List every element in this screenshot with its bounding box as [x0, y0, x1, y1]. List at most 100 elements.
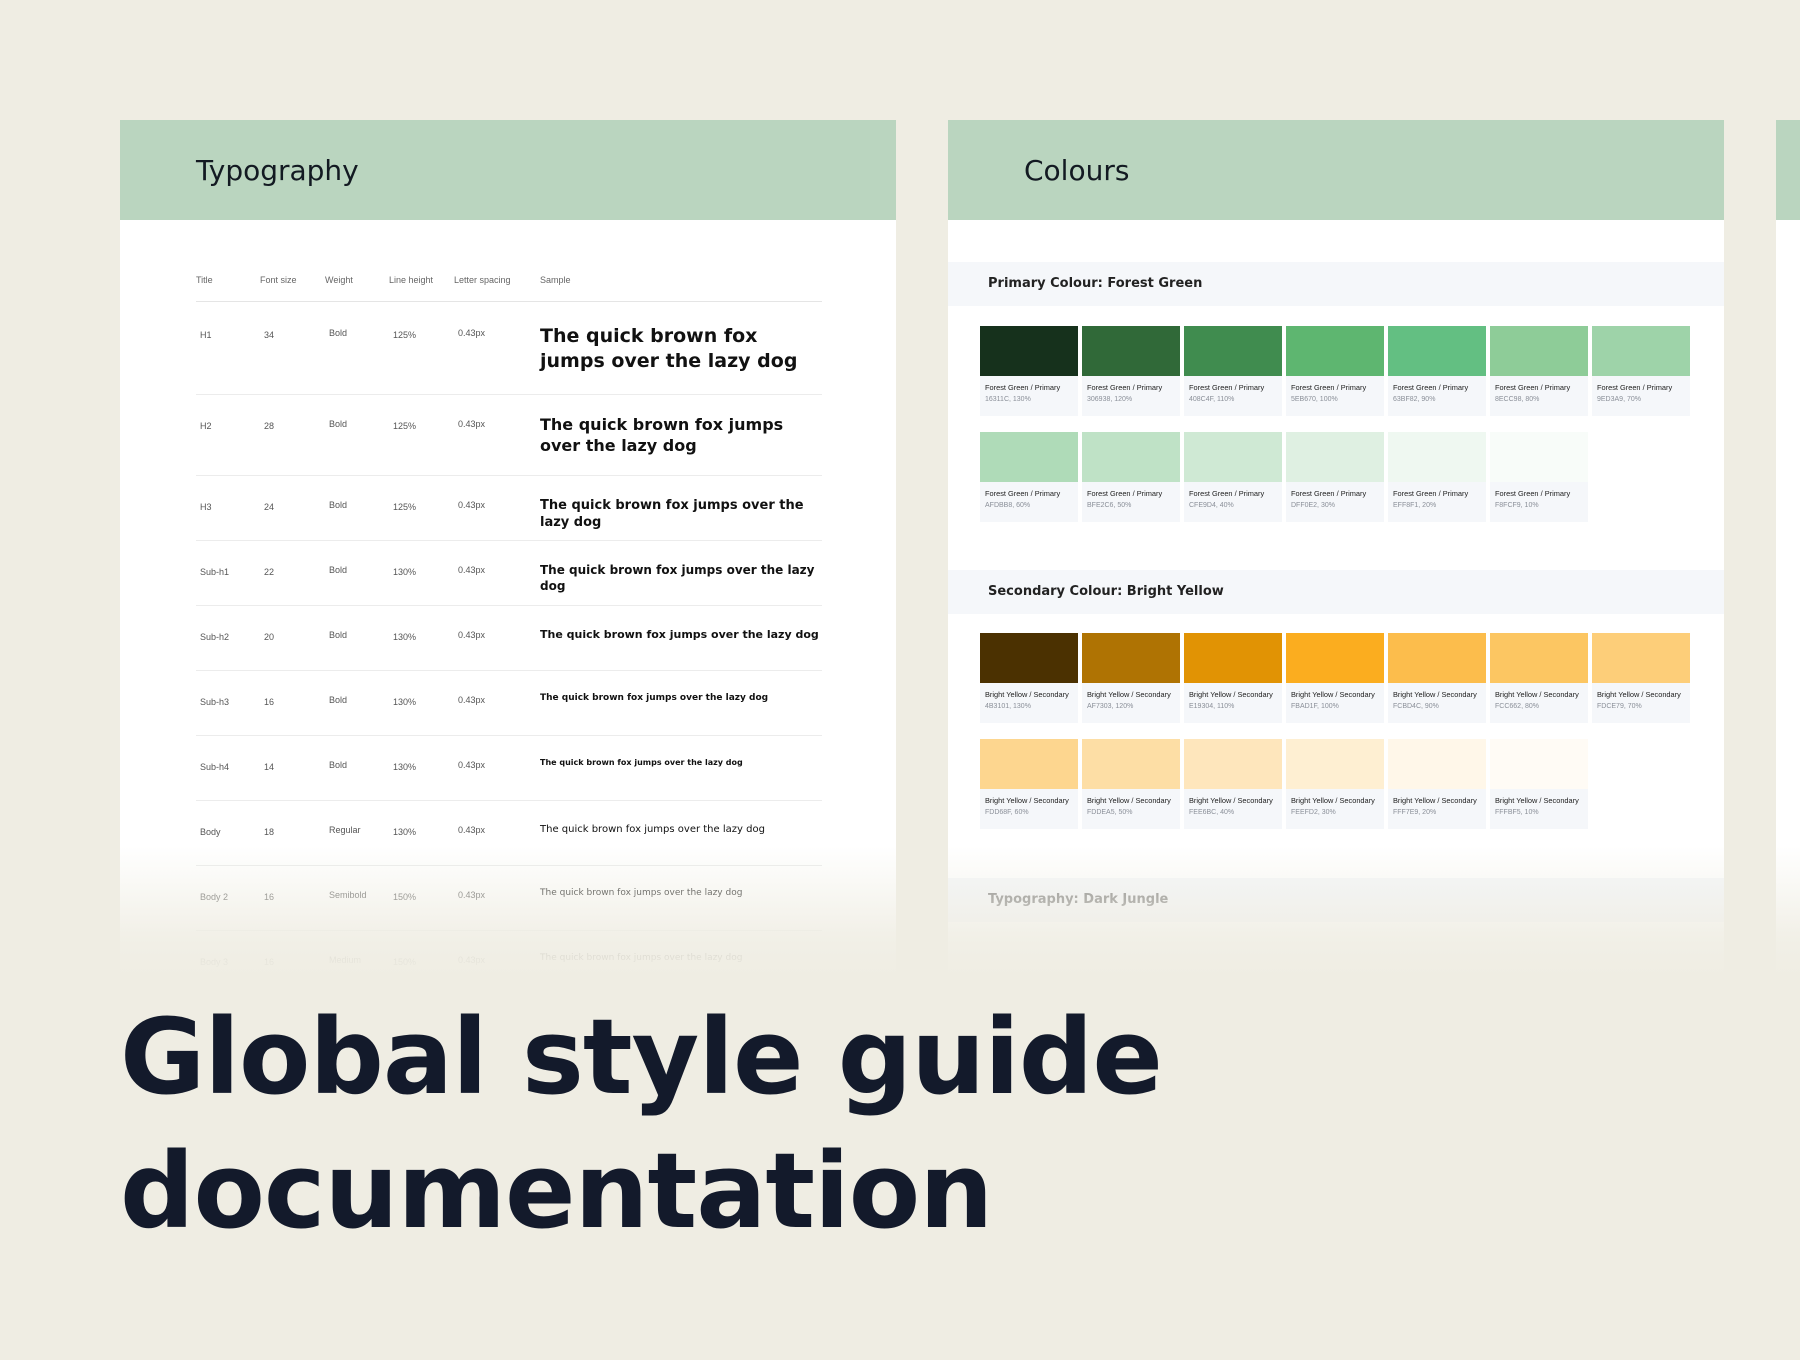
primary-colour-section: Primary Colour: Forest Green — [948, 262, 1724, 306]
row-title: Sub-h1 — [200, 567, 230, 577]
colour-swatch: Bright Yellow / Secondary FDCE79, 70% — [1592, 633, 1690, 723]
column-header-font-size: Font size — [260, 275, 297, 285]
table-row: Sub-h4 14 Bold 130% 0.43px The quick brown fo… — [196, 736, 822, 801]
swatch-hex: 9ED3A9, 70% — [1597, 396, 1641, 403]
swatch-name: Forest Green / Primary — [985, 489, 1061, 498]
typography-panel-header: Typography — [120, 120, 896, 220]
swatch-hex: EFF8F1, 20% — [1393, 502, 1437, 509]
swatch-colour-chip — [1184, 739, 1282, 789]
swatch-colour-chip — [1490, 326, 1588, 376]
swatch-hex: 8ECC98, 80% — [1495, 396, 1540, 403]
swatch-hex: AFDBB8, 60% — [985, 502, 1031, 509]
typography-panel-title: Typography — [196, 154, 359, 187]
swatch-colour-chip — [1592, 633, 1690, 683]
row-sample-text: The quick brown fox jumps over the lazy … — [540, 325, 798, 372]
swatch-colour-chip — [980, 326, 1078, 376]
row-letter-spacing: 0.43px — [458, 328, 486, 338]
swatch-hex: 5EB670, 100% — [1291, 396, 1338, 403]
swatch-name: Bright Yellow / Secondary — [1291, 690, 1375, 699]
swatch-colour-chip — [1388, 432, 1486, 482]
colour-swatch: Bright Yellow / Secondary FEE6BC, 40% — [1184, 739, 1282, 829]
swatch-hex: 408C4F, 110% — [1189, 396, 1235, 403]
swatch-name: Bright Yellow / Secondary — [1087, 796, 1171, 805]
swatch-hex: AF7303, 120% — [1087, 703, 1134, 710]
swatch-colour-chip — [1184, 432, 1282, 482]
row-font-size: 34 — [264, 330, 275, 340]
row-font-size: 16 — [264, 892, 275, 902]
typography-panel: Typography Title Font size Weight Line h… — [120, 120, 896, 976]
table-row: Body 2 16 Semibold 150% 0.43px The quick brow… — [196, 866, 822, 931]
swatch-colour-chip — [1286, 432, 1384, 482]
swatch-hex: 63BF82, 90% — [1393, 396, 1436, 403]
colour-swatch: Bright Yellow / Secondary FDD68F, 60% — [980, 739, 1078, 829]
typography-table: Title Font size Weight Line height Lette… — [196, 275, 822, 976]
swatch-colour-chip — [1082, 432, 1180, 482]
swatch-hex: FEE6BC, 40% — [1189, 809, 1235, 816]
swatch-hex: 306938, 120% — [1087, 396, 1133, 403]
swatch-hex: FCBD4C, 90% — [1393, 703, 1439, 710]
row-line-height: 130% — [393, 632, 417, 642]
row-font-size: 16 — [264, 697, 275, 707]
row-sample-text: The quick brown fox jumps over the lazy … — [540, 953, 743, 963]
row-letter-spacing: 0.43px — [458, 890, 486, 900]
secondary-colour-label: Secondary Colour: Bright Yellow — [988, 584, 1224, 599]
swatch-name: Forest Green / Primary — [1087, 489, 1163, 498]
swatch-colour-chip — [1490, 432, 1588, 482]
swatch-colour-chip — [1388, 633, 1486, 683]
row-font-size: 28 — [264, 421, 275, 431]
row-letter-spacing: 0.43px — [458, 825, 486, 835]
row-line-height: 130% — [393, 567, 417, 577]
swatch-colour-chip — [1286, 326, 1384, 376]
column-header-weight: Weight — [325, 275, 353, 285]
colour-swatch: Forest Green / Primary F8FCF9, 10% — [1490, 432, 1588, 522]
swatch-colour-chip — [1286, 739, 1384, 789]
row-sample-text: The quick brown fox jumps over the lazy … — [540, 758, 743, 767]
table-row: Sub-h1 22 Bold 130% 0.43px The quick brown fo… — [196, 541, 822, 606]
row-title: Sub-h2 — [200, 632, 230, 642]
row-sample-text: The quick brown fox jumps over the lazy … — [540, 824, 765, 835]
swatch-name: Forest Green / Primary — [1597, 383, 1673, 392]
row-letter-spacing: 0.43px — [458, 695, 486, 705]
swatch-name: Forest Green / Primary — [1087, 383, 1163, 392]
headline-line-2: documentation — [120, 1130, 993, 1252]
colour-swatch: Forest Green / Primary 9ED3A9, 70% — [1592, 326, 1690, 416]
swatch-name: Forest Green / Primary — [1189, 489, 1265, 498]
row-weight: Bold — [329, 500, 348, 510]
row-sample-text: The quick brown fox jumps over the lazy … — [540, 693, 769, 703]
swatch-name: Bright Yellow / Secondary — [1597, 690, 1681, 699]
swatch-name: Bright Yellow / Secondary — [1393, 690, 1477, 699]
row-font-size: 24 — [264, 502, 275, 512]
swatch-hex: FBAD1F, 100% — [1291, 703, 1339, 710]
typography-table-body: H1 34 Bold 125% 0.43px The quick brown fox ju… — [196, 302, 822, 976]
table-row: H3 24 Bold 125% 0.43px The quick brown fox ju… — [196, 476, 822, 541]
swatch-hex: FDD68F, 60% — [985, 809, 1029, 816]
row-title: H1 — [200, 330, 212, 340]
swatch-name: Forest Green / Primary — [1291, 489, 1367, 498]
row-weight: Bold — [329, 695, 348, 705]
swatch-hex: DFF0E2, 30% — [1291, 502, 1335, 509]
headline-line-1: Global style guide — [120, 996, 1163, 1118]
colour-swatch: Bright Yellow / Secondary FCBD4C, 90% — [1388, 633, 1486, 723]
colour-swatch: Forest Green / Primary 5EB670, 100% — [1286, 326, 1384, 416]
row-sample-text: The quick brown fox jumps over the lazy … — [540, 888, 743, 898]
swatch-hex: BFE2C6, 50% — [1087, 502, 1132, 509]
colour-swatch: Bright Yellow / Secondary FDDEA5, 50% — [1082, 739, 1180, 829]
swatch-hex: FCC662, 80% — [1495, 703, 1539, 710]
row-font-size: 20 — [264, 632, 275, 642]
row-weight: Bold — [329, 760, 348, 770]
swatch-colour-chip — [980, 739, 1078, 789]
colour-swatch: Forest Green / Primary AFDBB8, 60% — [980, 432, 1078, 522]
swatch-colour-chip — [980, 633, 1078, 683]
swatch-name: Bright Yellow / Secondary — [985, 690, 1069, 699]
row-title: Body 3 — [200, 957, 229, 967]
row-letter-spacing: 0.43px — [458, 419, 486, 429]
row-letter-spacing: 0.43px — [458, 955, 486, 965]
colour-swatch: Bright Yellow / Secondary FFF7E9, 20% — [1388, 739, 1486, 829]
row-title: Sub-h3 — [200, 697, 230, 707]
row-line-height: 125% — [393, 421, 417, 431]
colour-swatch: Forest Green / Primary 63BF82, 90% — [1388, 326, 1486, 416]
swatch-hex: 16311C, 130% — [985, 396, 1031, 403]
swatch-colour-chip — [1388, 326, 1486, 376]
swatch-colour-chip — [1286, 633, 1384, 683]
swatch-hex: FDCE79, 70% — [1597, 703, 1642, 710]
